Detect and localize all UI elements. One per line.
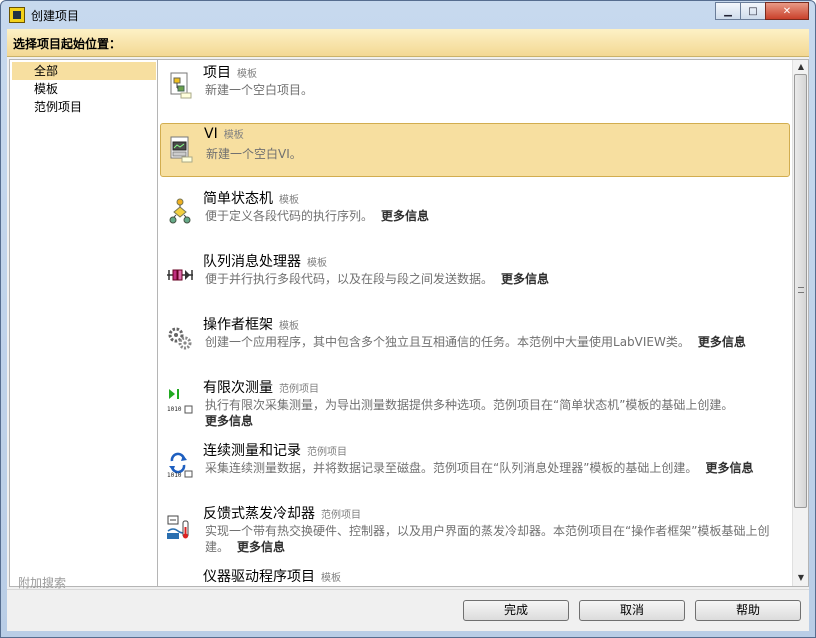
item-description: 采集连续测量数据，并将数据记录至磁盘。范例项目在“队列消息处理器”模板的基础上创…: [205, 460, 783, 476]
item-desc-text: 便于并行执行多段代码，以及在段与段之间发送数据。: [205, 272, 494, 286]
item-title: 项目: [203, 65, 231, 81]
more-info-link[interactable]: 更多信息: [698, 335, 746, 349]
header-label: 选择项目起始位置：: [13, 37, 122, 51]
category-all[interactable]: 全部: [12, 62, 156, 80]
title-bar[interactable]: 创建项目 ▁ □ ✕: [1, 1, 815, 29]
item-tag: 范例项目: [307, 447, 347, 458]
item-tag: 模板: [279, 195, 299, 206]
item-desc-text: 便于定义各段代码的执行序列。: [205, 209, 374, 223]
more-info-link[interactable]: 更多信息: [705, 461, 753, 475]
cooler-icon: [167, 515, 189, 539]
scroll-down-arrow-icon[interactable]: ▼: [795, 572, 807, 584]
template-list: 项目 模板 新建一个空白项目。 VI 模板 新建一个空白VI。 简单状态机 模板…: [157, 59, 809, 587]
item-description: 便于定义各段代码的执行序列。 更多信息: [205, 208, 783, 224]
item-name: 有限次测量 范例项目: [203, 377, 319, 397]
item-title: 仪器驱动程序项目: [203, 569, 315, 585]
dialog-body: 选择项目起始位置： 全部 模板 范例项目 附加搜索 项目模板 新建一个空白项目。: [7, 29, 809, 631]
window-title: 创建项目: [31, 9, 80, 23]
item-desc-text: 执行有限次采集测量，为导出测量数据提供多种选项。范例项目在“简单状态机”模板的基…: [205, 398, 734, 412]
item-name: 项目 模板: [203, 62, 257, 82]
help-button[interactable]: 帮助: [695, 600, 801, 621]
cancel-button[interactable]: 取消: [579, 600, 685, 621]
vi-icon: [170, 136, 193, 163]
list-item-actor-framework[interactable]: 操作者框架 模板 创建一个应用程序，其中包含多个独立且互相通信的任务。本范例中大量…: [160, 312, 790, 366]
list-item-vi[interactable]: VI 模板 新建一个空白VI。: [160, 123, 790, 177]
create-project-dialog: 创建项目 ▁ □ ✕ 选择项目起始位置： 全部 模板 范例项目 附加搜索 关键词…: [0, 0, 816, 638]
more-info-link[interactable]: 更多信息: [205, 414, 253, 428]
item-tag: 模板: [223, 130, 244, 141]
scrollbar-grip-icon: [798, 287, 804, 293]
item-title: 操作者框架: [203, 317, 273, 333]
finish-button[interactable]: 完成: [463, 600, 569, 621]
maximize-button[interactable]: □: [740, 2, 766, 20]
instrument-driver-icon: [166, 576, 194, 587]
more-info-link[interactable]: 更多信息: [501, 272, 549, 286]
list-item-project[interactable]: 项目 模板 新建一个空白项目。: [160, 60, 790, 114]
list-item-finite-measurement[interactable]: 1010 有限次测量 范例项目 执行有限次采集测量，为导出测量数据提供多种选项。范…: [160, 375, 790, 429]
item-description: 新建一个空白VI。: [206, 146, 784, 162]
item-name: VI 模板: [204, 126, 244, 142]
scroll-up-arrow-icon[interactable]: ▲: [795, 61, 807, 73]
list-item-simple-state-machine[interactable]: 简单状态机 模板 便于定义各段代码的执行序列。 更多信息: [160, 186, 790, 240]
maximize-icon: □: [748, 5, 758, 17]
item-name: 队列消息处理器 模板: [203, 251, 327, 271]
close-button[interactable]: ✕: [765, 2, 809, 20]
item-desc-text: 新建一个空白VI。: [206, 147, 302, 161]
item-description: 实现一个带有热交换硬件、控制器，以及用户界面的蒸发冷却器。本范例项目在“操作者框…: [205, 523, 783, 555]
item-tag: 模板: [321, 573, 341, 584]
state-machine-icon: [169, 198, 191, 224]
gears-icon: [168, 327, 192, 350]
category-sample-projects[interactable]: 范例项目: [12, 98, 156, 116]
minimize-button[interactable]: ▁: [715, 2, 741, 20]
item-name: 连续测量和记录 范例项目: [203, 440, 347, 460]
list-item-continuous-measurement[interactable]: 1010 连续测量和记录 范例项目 采集连续测量数据，并将数据记录至磁盘。范例项目…: [160, 438, 790, 492]
item-description: 新建一个空白项目。: [205, 82, 783, 98]
button-bar: 完成 取消 帮助: [7, 589, 809, 631]
item-description: 创建一个应用程序，其中包含多个独立且互相通信的任务。本范例中大量使用LabVIE…: [205, 334, 783, 350]
section-header: 选择项目起始位置：: [7, 29, 809, 57]
list-item-feedback-evaporative-cooler[interactable]: 反馈式蒸发冷却器 范例项目 实现一个带有热交换硬件、控制器，以及用户界面的蒸发冷却…: [160, 501, 790, 555]
item-tag: 范例项目: [279, 384, 319, 395]
item-title: 简单状态机: [203, 191, 273, 207]
item-tag: 模板: [307, 258, 327, 269]
item-tag: 模板: [279, 321, 299, 332]
labview-app-icon: [9, 7, 25, 23]
item-desc-text: 实现一个带有热交换硬件、控制器，以及用户界面的蒸发冷却器。本范例项目在“操作者框…: [205, 524, 770, 554]
item-name: 简单状态机 模板: [203, 188, 299, 208]
minimize-icon: ▁: [724, 5, 732, 17]
category-templates[interactable]: 模板: [12, 80, 156, 98]
more-info-link[interactable]: 更多信息: [381, 209, 429, 223]
list-item-instrument-driver-project[interactable]: 仪器驱动程序项目 模板: [160, 564, 790, 587]
svg-text:1010: 1010: [167, 472, 182, 478]
item-title: 有限次测量: [203, 380, 273, 396]
item-title: 队列消息处理器: [203, 254, 301, 270]
item-title: 反馈式蒸发冷却器: [203, 506, 315, 522]
project-icon: [170, 72, 192, 99]
queue-icon: [167, 269, 193, 281]
close-icon: ✕: [782, 5, 792, 17]
item-tag: 模板: [237, 69, 257, 80]
item-title: 连续测量和记录: [203, 443, 301, 459]
item-desc-text: 采集连续测量数据，并将数据记录至磁盘。范例项目在“队列消息处理器”模板的基础上创…: [205, 461, 698, 475]
item-description: 便于并行执行多段代码，以及在段与段之间发送数据。 更多信息: [205, 271, 783, 287]
list-item-queued-message-handler[interactable]: 队列消息处理器 模板 便于并行执行多段代码，以及在段与段之间发送数据。 更多信息: [160, 249, 790, 303]
item-desc-text: 创建一个应用程序，其中包含多个独立且互相通信的任务。本范例中大量使用LabVIE…: [205, 335, 690, 349]
item-description: 执行有限次采集测量，为导出测量数据提供多种选项。范例项目在“简单状态机”模板的基…: [205, 397, 783, 429]
window-controls: ▁ □ ✕: [715, 2, 809, 20]
item-name: 操作者框架 模板: [203, 314, 299, 334]
svg-text:1010: 1010: [167, 406, 182, 413]
item-tag: 范例项目: [321, 510, 361, 521]
continuous-measure-icon: 1010: [167, 452, 193, 478]
item-name: 反馈式蒸发冷却器 范例项目: [203, 503, 361, 523]
finite-measure-icon: 1010: [167, 389, 193, 414]
scrollbar-thumb[interactable]: [794, 74, 807, 508]
category-pane: 全部 模板 范例项目 附加搜索: [9, 59, 159, 615]
item-name: 仪器驱动程序项目 模板: [203, 566, 341, 586]
item-title: VI: [204, 126, 218, 142]
vertical-scrollbar[interactable]: ▲ ▼: [792, 60, 808, 586]
item-desc-text: 新建一个空白项目。: [205, 83, 314, 97]
more-info-link[interactable]: 更多信息: [237, 540, 285, 554]
